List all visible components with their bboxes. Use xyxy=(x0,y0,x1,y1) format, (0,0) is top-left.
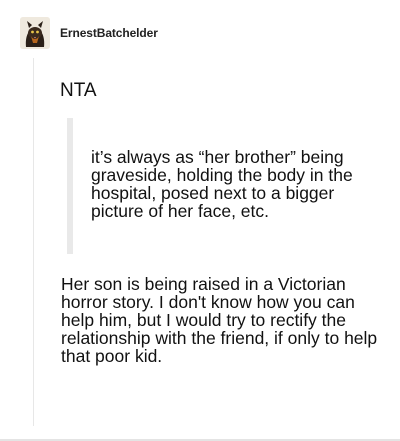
reply-verdict: NTA xyxy=(60,80,97,101)
author-name[interactable]: ErnestBatchelder xyxy=(60,26,158,40)
post-header: ErnestBatchelder xyxy=(20,15,158,51)
blockquote: it’s always as “her brother” being grave… xyxy=(67,118,387,254)
body-text: Her son is being raised in a Victorian h… xyxy=(61,274,378,366)
avatar[interactable] xyxy=(20,17,50,49)
post-card: ErnestBatchelder NTA it’s always as “her… xyxy=(0,0,400,441)
cat-avatar-icon xyxy=(20,17,50,49)
quote-text: it’s always as “her brother” being grave… xyxy=(91,147,353,221)
thread-line xyxy=(33,58,34,426)
